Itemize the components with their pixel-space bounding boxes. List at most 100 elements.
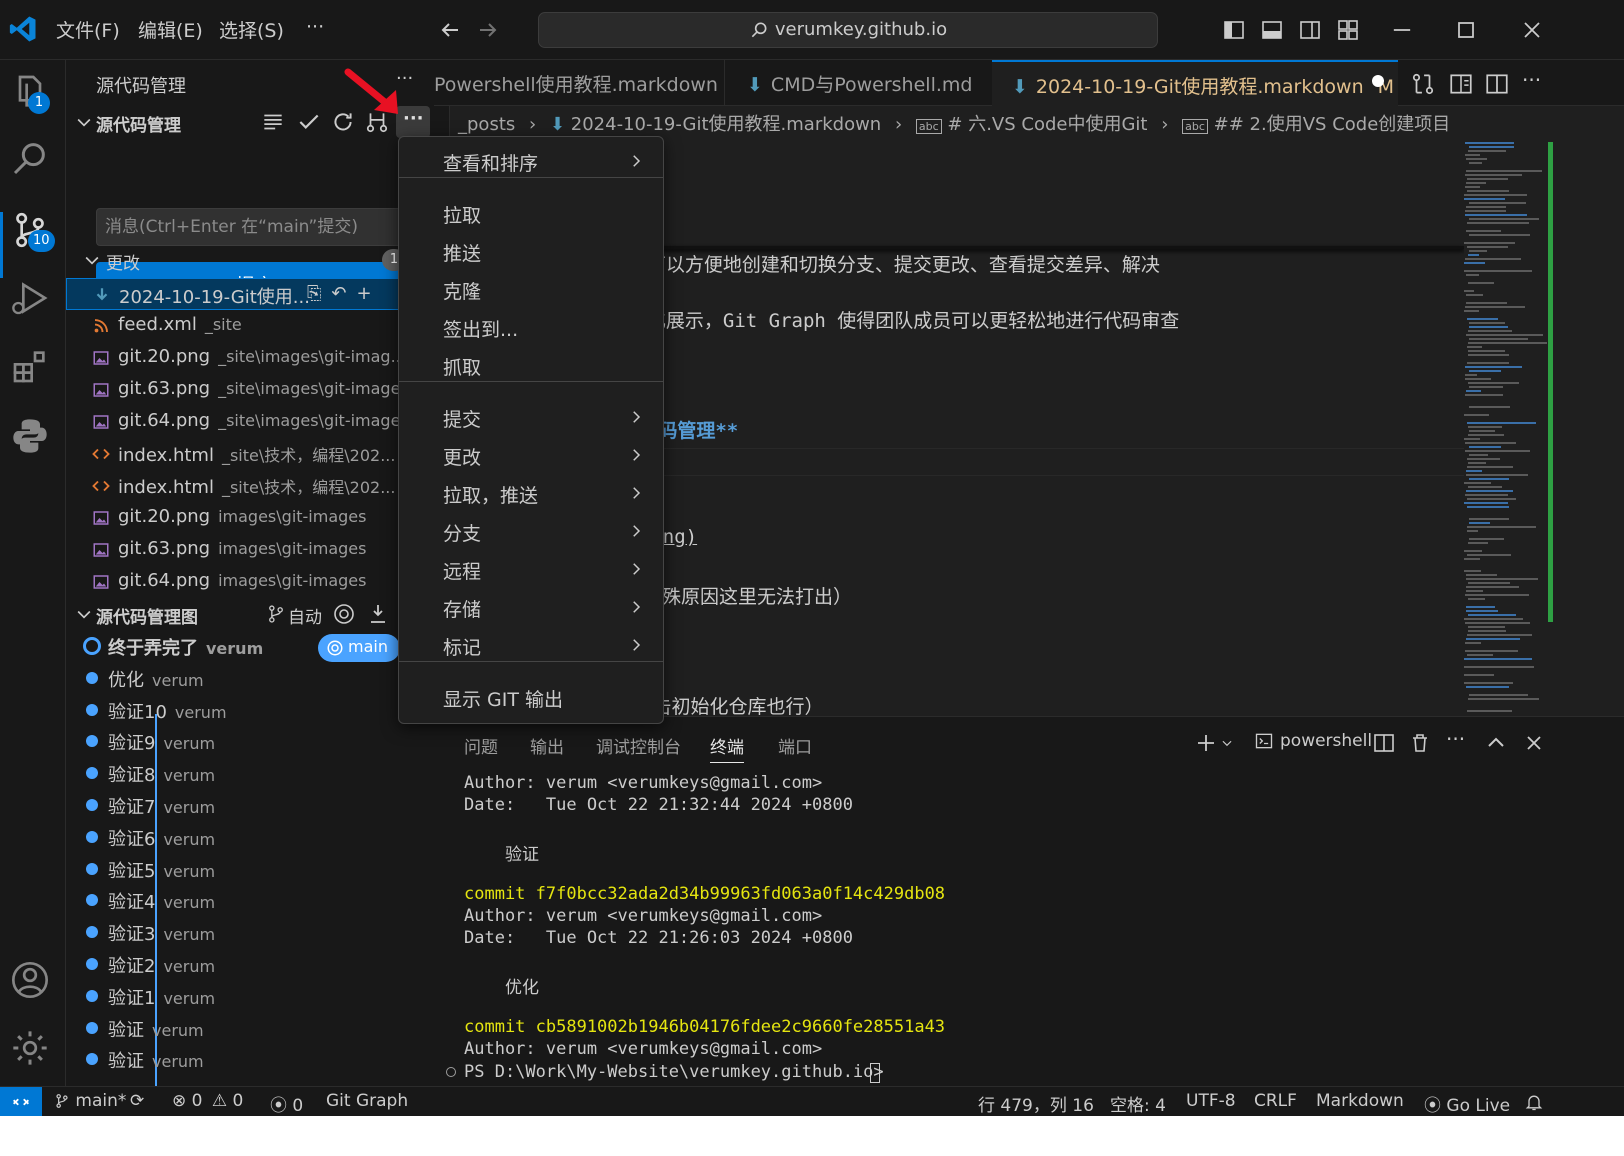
tab-powershell[interactable]: Powershell使用教程.markdown: [434, 60, 724, 106]
commit-row[interactable]: 验证8 verum: [66, 757, 449, 789]
changed-file-row[interactable]: feed.xml _site: [66, 310, 449, 342]
minimap[interactable]: [1464, 138, 1564, 716]
changed-file-row[interactable]: git.64.png images\git-images: [66, 566, 449, 598]
menu-selection[interactable]: 选择(S): [219, 16, 284, 43]
changed-file-row[interactable]: git.63.png _site\images\git-images: [66, 374, 449, 406]
context-menu-item[interactable]: 存储: [403, 589, 659, 625]
trash-icon[interactable]: [1408, 731, 1432, 755]
remote-indicator[interactable]: [0, 1087, 42, 1117]
branch-icon[interactable]: [266, 603, 286, 625]
context-menu-item[interactable]: 拉取: [403, 195, 659, 231]
commit-row[interactable]: 优化 verum: [66, 662, 449, 694]
commit-row[interactable]: 验证4 verum: [66, 884, 449, 916]
open-changes-icon[interactable]: [1410, 71, 1436, 97]
commit-row[interactable]: 验证1 verum: [66, 980, 449, 1012]
menu-more[interactable]: ···: [306, 16, 324, 38]
branch-badge[interactable]: main: [318, 634, 400, 662]
panel-more-icon[interactable]: ···: [1446, 727, 1465, 751]
terminal-output[interactable]: Author: verum <verumkeys@gmail.com> Date:…: [464, 773, 1584, 1083]
commit-message-input[interactable]: 消息(Ctrl+Enter 在“main”提交): [96, 208, 444, 246]
context-menu-item[interactable]: 抓取: [403, 347, 659, 383]
menu-edit[interactable]: 编辑(E): [138, 16, 203, 43]
editor-more-icon[interactable]: ···: [1522, 68, 1541, 92]
tab-output[interactable]: 输出: [530, 733, 564, 758]
commit-row[interactable]: 验证 verum: [66, 1043, 449, 1075]
changed-file-row[interactable]: git.20.png _site\images\git-imag...: [66, 342, 449, 374]
commit-row[interactable]: 验证 verum: [66, 1012, 449, 1044]
menu-file[interactable]: 文件(F): [56, 16, 120, 43]
settings-gear-icon[interactable]: [10, 1028, 50, 1068]
context-menu-item[interactable]: 拉取，推送: [403, 475, 659, 511]
stage-changes-plus-icon[interactable]: +: [357, 283, 382, 304]
status-language[interactable]: Markdown: [1316, 1091, 1404, 1111]
open-preview-icon[interactable]: [1448, 71, 1474, 97]
status-branch[interactable]: main*: [54, 1091, 126, 1111]
command-center-search[interactable]: verumkey.github.io: [538, 12, 1158, 48]
commit-row[interactable]: 验证2 verum: [66, 948, 449, 980]
tab-terminal[interactable]: 终端: [710, 733, 744, 763]
status-cursor-position[interactable]: 行 479，列 16: [978, 1091, 1094, 1116]
context-menu-item[interactable]: 推送: [403, 233, 659, 269]
changed-file-row[interactable]: index.html _site\技术，编程\202...: [66, 470, 449, 502]
open-file-icon[interactable]: ⎘: [307, 283, 331, 304]
extensions-icon[interactable]: [10, 346, 50, 386]
new-terminal-plus-icon[interactable]: [1194, 731, 1218, 755]
target-icon[interactable]: [332, 602, 356, 626]
context-menu-item[interactable]: 标记: [403, 627, 659, 663]
graph-auto-label[interactable]: 自动: [288, 603, 322, 628]
split-editor-icon[interactable]: [1484, 71, 1510, 97]
status-go-live[interactable]: ⦿ Go Live: [1424, 1091, 1510, 1116]
back-arrow-icon[interactable]: [438, 18, 462, 42]
unsaved-dot-icon[interactable]: [1372, 75, 1384, 87]
context-menu-item[interactable]: 分支: [403, 513, 659, 549]
status-ports[interactable]: ⦿ 0: [270, 1091, 303, 1116]
breadcrumb-item[interactable]: ## 2.使用VS Code创建项目: [1214, 114, 1451, 135]
run-debug-icon[interactable]: [10, 278, 50, 318]
python-icon[interactable]: [10, 416, 50, 456]
close-window-icon[interactable]: [1518, 16, 1546, 44]
tab-problems[interactable]: 问题: [464, 733, 498, 758]
status-eol[interactable]: CRLF: [1254, 1091, 1297, 1111]
breadcrumb-item[interactable]: # 六.VS Code中使用Git: [947, 114, 1147, 135]
tab-debug-console[interactable]: 调试控制台: [596, 733, 681, 758]
context-menu-item[interactable]: 签出到...: [403, 309, 659, 345]
commit-row[interactable]: 验证3 verum: [66, 916, 449, 948]
tab-cmd-powershell[interactable]: ⬇ CMD与Powershell.md: [724, 60, 992, 106]
context-menu-item[interactable]: 查看和排序: [403, 143, 659, 179]
context-menu-item[interactable]: 提交: [403, 399, 659, 435]
sync-icon[interactable]: ⟳: [130, 1091, 144, 1111]
status-problems[interactable]: ⊗ 0 ⚠ 0: [172, 1091, 243, 1111]
search-icon[interactable]: [10, 138, 50, 178]
status-encoding[interactable]: UTF-8: [1186, 1091, 1236, 1111]
status-indentation[interactable]: 空格: 4: [1110, 1091, 1166, 1116]
chevron-down-icon[interactable]: [1220, 731, 1234, 755]
changes-header[interactable]: 更改 1: [66, 244, 449, 278]
tab-ports[interactable]: 端口: [778, 733, 812, 758]
notifications-bell-icon[interactable]: [1524, 1092, 1544, 1112]
view-as-tree-icon[interactable]: [260, 109, 286, 135]
toggle-primary-sidebar-icon[interactable]: [1222, 18, 1246, 42]
changed-file-row[interactable]: git.20.png images\git-images: [66, 502, 449, 534]
commit-row[interactable]: 验证9 verum: [66, 725, 449, 757]
split-terminal-icon[interactable]: [1372, 731, 1396, 755]
context-menu-item[interactable]: 显示 GIT 输出: [403, 679, 659, 715]
changed-file-row[interactable]: 2024-10-19-Git使用... ⎘↶+: [66, 278, 449, 310]
commit-row[interactable]: 验证5 verum: [66, 853, 449, 885]
toggle-panel-icon[interactable]: [1260, 18, 1284, 42]
forward-arrow-icon[interactable]: [476, 18, 500, 42]
context-menu-item[interactable]: 克隆: [403, 271, 659, 307]
tab-git-tutorial[interactable]: ⬇ 2024-10-19-Git使用教程.markdown M: [992, 60, 1398, 106]
terminal-shell-selector[interactable]: powershell: [1254, 731, 1372, 751]
commit-row[interactable]: 验证7 verum: [66, 789, 449, 821]
fetch-icon[interactable]: [366, 602, 390, 626]
changed-file-row[interactable]: git.64.png _site\images\git-images: [66, 406, 449, 438]
scm-graph-header[interactable]: 源代码管理图 自动: [66, 598, 449, 632]
editor-scrollbar[interactable]: [1564, 138, 1578, 716]
commit-row[interactable]: 验证10 verum: [66, 694, 449, 726]
context-menu-item[interactable]: 更改: [403, 437, 659, 473]
status-git-graph[interactable]: Git Graph: [326, 1091, 408, 1111]
close-panel-icon[interactable]: [1522, 731, 1546, 755]
account-icon[interactable]: [10, 960, 50, 1000]
maximize-icon[interactable]: [1452, 16, 1480, 44]
commit-check-icon[interactable]: [296, 109, 322, 135]
